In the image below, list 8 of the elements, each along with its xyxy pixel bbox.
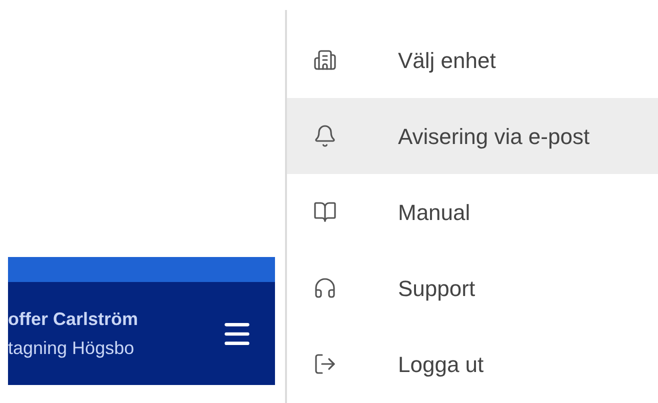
user-unit: tagning Högsbo [8, 336, 136, 359]
bell-icon [313, 124, 337, 148]
menu-item[interactable]: Avisering via e-post [287, 98, 658, 174]
book-icon [313, 200, 337, 224]
building-icon [313, 48, 337, 72]
headset-icon [313, 276, 337, 300]
user-name: offer Carlström [8, 308, 138, 330]
logout-icon [313, 352, 337, 376]
